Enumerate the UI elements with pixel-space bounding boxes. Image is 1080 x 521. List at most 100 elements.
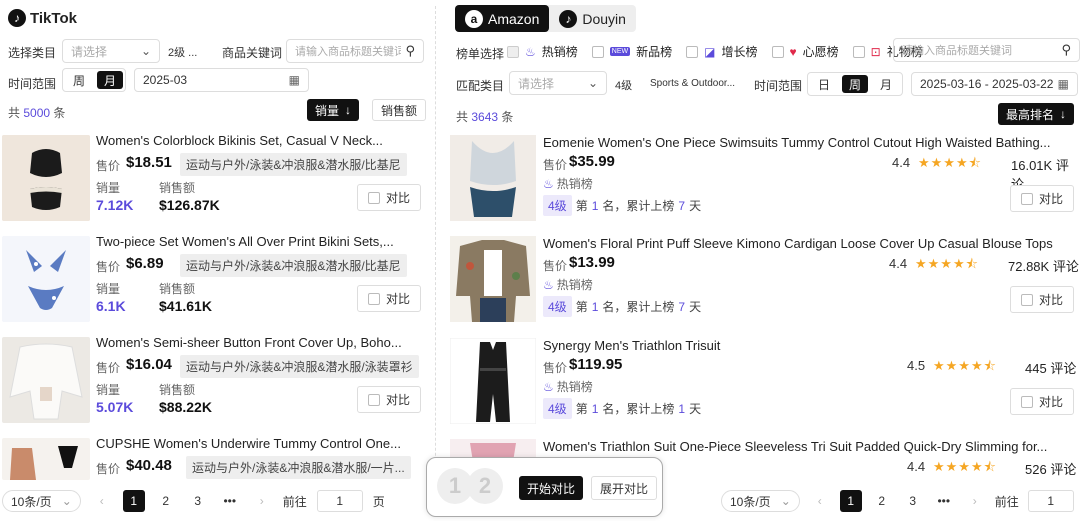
period-week[interactable]: 周 [63, 69, 95, 91]
revenue-value: $126.87K [159, 197, 220, 213]
compare-button[interactable]: 对比 [357, 285, 421, 312]
product-image[interactable] [450, 135, 536, 221]
product-title[interactable]: Women's Triathlon Suit One-Piece Sleevel… [543, 439, 1068, 454]
right-category-placeholder: 请选择 [518, 76, 555, 91]
sort-revenue-button[interactable]: 销售额 [372, 99, 427, 121]
compare-checkbox[interactable] [367, 292, 380, 305]
product-image[interactable] [2, 337, 90, 423]
page-1[interactable]: 1 [839, 490, 862, 512]
product-title[interactable]: Women's Floral Print Puff Sleeve Kimono … [543, 236, 1068, 251]
period-toggle: 周 月 [62, 68, 127, 92]
category-select[interactable]: 请选择 ⌄ [62, 39, 160, 63]
compare-checkbox[interactable] [367, 191, 380, 204]
product-image[interactable] [2, 135, 90, 221]
compare-checkbox[interactable] [1020, 395, 1033, 408]
expand-compare-button[interactable]: 展开对比 [591, 476, 658, 500]
keyword-input[interactable]: 请输入商品标题关键词 ⚲ [286, 39, 424, 63]
prev-page-icon[interactable]: ‹ [91, 490, 113, 512]
page-1[interactable]: 1 [122, 490, 145, 512]
list-new[interactable]: 新品榜 [636, 43, 672, 60]
product-title[interactable]: Two-piece Set Women's All Over Print Bik… [96, 234, 406, 249]
search-icon[interactable]: ⚲ [1061, 42, 1071, 58]
more-pages[interactable]: ••• [219, 490, 241, 512]
douyin-icon: ♪ [559, 9, 578, 28]
list-item: Women's Colorblock Bikinis Set, Casual V… [0, 133, 432, 233]
compare-button[interactable]: 对比 [357, 386, 421, 413]
compare-button[interactable]: 对比 [1010, 388, 1074, 415]
product-image[interactable] [2, 236, 90, 322]
tab-douyin[interactable]: ♪ Douyin [549, 5, 636, 32]
page-2[interactable]: 2 [155, 490, 177, 512]
next-page-icon[interactable]: › [251, 490, 273, 512]
product-image[interactable] [450, 338, 536, 424]
price-value: $119.95 [569, 356, 623, 373]
list-growth[interactable]: 增长榜 [721, 43, 757, 60]
tab-amazon[interactable]: a Amazon [455, 5, 550, 32]
page-2[interactable]: 2 [871, 490, 893, 512]
checkbox-gift[interactable] [852, 45, 865, 58]
period-day[interactable]: 日 [808, 73, 840, 95]
review-count: 72.88K 评论 [1008, 256, 1079, 275]
month-value: 2025-03 [143, 73, 188, 87]
more-pages[interactable]: ••• [933, 490, 955, 512]
compare-slot-2[interactable]: 2 [467, 468, 503, 504]
list-wish[interactable]: 心愿榜 [803, 43, 839, 60]
compare-checkbox[interactable] [1020, 192, 1033, 205]
search-icon[interactable]: ⚲ [405, 43, 415, 59]
goto-input[interactable]: 1 [316, 490, 363, 512]
product-title[interactable]: Eomenie Women's One Piece Swimsuits Tumm… [543, 135, 1068, 150]
sort-sales-button[interactable]: 销量 ↓ [307, 99, 360, 121]
product-title[interactable]: Women's Colorblock Bikinis Set, Casual V… [96, 133, 406, 148]
right-keyword-input[interactable]: 请输入商品标题关键词 ⚲ [893, 38, 1080, 62]
review-unit: 评论 [1050, 462, 1077, 477]
prev-page-icon[interactable]: ‹ [809, 490, 831, 512]
period-week[interactable]: 周 [842, 75, 869, 93]
page-3[interactable]: 3 [902, 490, 924, 512]
start-compare-label: 开始对比 [527, 481, 576, 496]
category-label: 选择类目 [8, 46, 57, 60]
hot-label: 热销榜 [556, 177, 593, 191]
hot-list-badge: ♨ 热销榜 [543, 175, 593, 192]
price-value: $13.99 [569, 254, 615, 271]
sort-rank-label: 最高排名 [1006, 107, 1055, 122]
page-3[interactable]: 3 [187, 490, 209, 512]
review-value: 526 [1025, 462, 1047, 477]
star-rating: ★★★★⯪ [915, 256, 979, 271]
date-range-picker[interactable]: 2025-03-16 - 2025-03-22 ▦ [911, 72, 1078, 96]
page-size-select[interactable]: 10条/页 ⌄ [2, 490, 81, 512]
list-hot[interactable]: 热销榜 [542, 43, 578, 60]
compare-checkbox[interactable] [1020, 293, 1033, 306]
list-item: Eomenie Women's One Piece Swimsuits Tumm… [443, 135, 1080, 235]
checkbox-growth[interactable] [686, 45, 699, 58]
product-title[interactable]: CUPSHE Women's Underwire Tummy Control O… [96, 436, 406, 451]
sort-rank-button[interactable]: 最高排名 ↓ [998, 103, 1075, 125]
period-month[interactable]: 月 [870, 73, 902, 95]
product-title[interactable]: Women's Semi-sheer Button Front Cover Up… [96, 335, 406, 350]
right-category-select[interactable]: 请选择 ⌄ [509, 71, 607, 95]
checkbox-wish[interactable] [771, 45, 784, 58]
checkbox-hot[interactable] [507, 45, 519, 58]
compare-button[interactable]: 对比 [1010, 286, 1074, 313]
compare-button[interactable]: 对比 [357, 184, 421, 211]
next-page-icon[interactable]: › [964, 490, 986, 512]
category-tag: 运动与户外/泳装&冲浪服&潜水服/泳装罩衫 [180, 355, 419, 378]
chevron-down-icon: ⌄ [140, 44, 151, 58]
start-compare-button[interactable]: 开始对比 [519, 476, 584, 500]
level-badge: 4级 [543, 296, 572, 317]
review-count: 445 评论 [1025, 358, 1076, 377]
period-month[interactable]: 月 [97, 71, 124, 89]
product-image[interactable] [2, 438, 90, 480]
keyword-placeholder: 请输入商品标题关键词 [295, 46, 401, 58]
compare-checkbox[interactable] [367, 393, 380, 406]
compare-label: 对比 [1038, 192, 1063, 206]
checkbox-new[interactable] [591, 45, 604, 58]
page-size-select[interactable]: 10条/页 ⌄ [721, 490, 800, 512]
compare-button[interactable]: 对比 [1010, 185, 1074, 212]
month-picker[interactable]: 2025-03 ▦ [134, 68, 309, 92]
chevron-down-icon: ⌄ [780, 494, 791, 508]
product-title[interactable]: Synergy Men's Triathlon Trisuit [543, 338, 1068, 353]
goto-input[interactable]: 1 [1027, 490, 1074, 512]
sales-value: 6.1K [96, 298, 126, 314]
flame-icon: ♨ [543, 277, 554, 292]
product-image[interactable] [450, 236, 536, 322]
